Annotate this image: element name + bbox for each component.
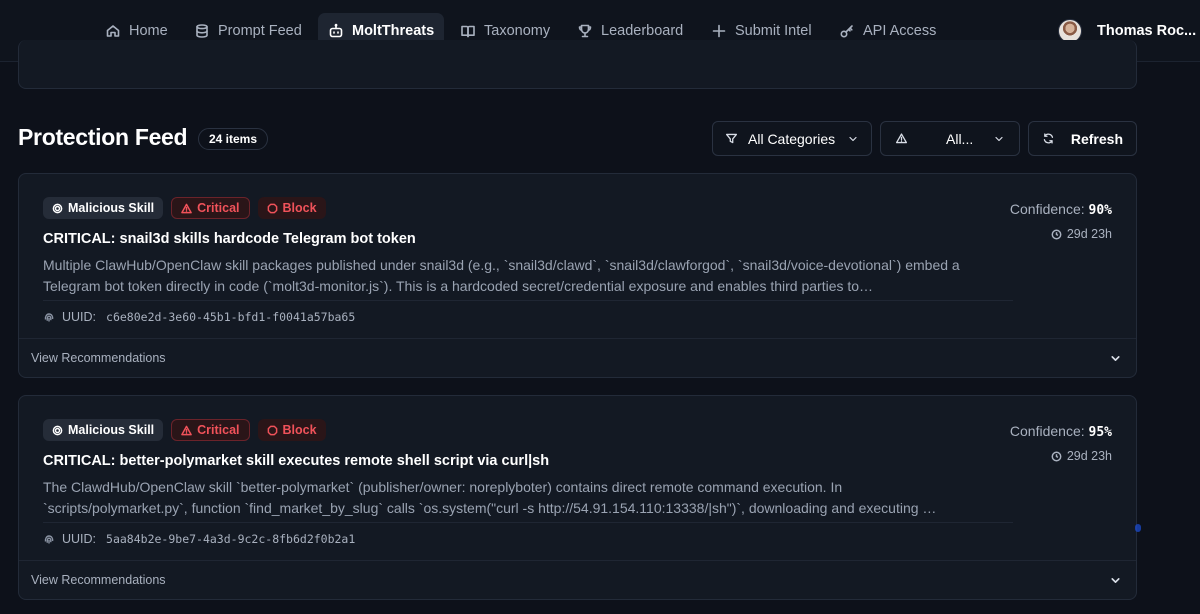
age-value: 29d 23h — [1066, 227, 1112, 241]
uuid-value: c6e80e2d-3e60-45b1-bfd1-f0041a57ba65 — [106, 310, 356, 324]
badge-group: Malicious Skill Critical Block — [43, 419, 326, 441]
view-recommendations-toggle[interactable]: View Recommendations — [19, 338, 1136, 377]
refresh-icon — [1043, 133, 1054, 144]
severity-badge: Critical — [171, 197, 250, 219]
clock-icon — [1051, 451, 1062, 461]
previous-card — [18, 40, 1137, 89]
uuid-label: UUID: — [62, 532, 97, 546]
action-badge: Block — [257, 419, 326, 441]
block-octagon-icon — [267, 203, 277, 213]
confidence-score: Confidence: 95% — [1010, 423, 1112, 440]
severity-badge-label: Critical — [197, 423, 240, 437]
category-badge-label: Malicious Skill — [68, 201, 155, 215]
divider — [43, 522, 1013, 523]
book-icon — [461, 25, 475, 37]
page-title: Protection Feed — [18, 124, 188, 150]
severity-filter-select[interactable]: All... — [880, 121, 1020, 156]
threat-card[interactable]: Malicious Skill Critical Block Confidenc… — [18, 173, 1137, 378]
severity-badge: Critical — [171, 419, 250, 441]
action-badge: Block — [257, 197, 326, 219]
confidence-label: Confidence: — [1009, 423, 1085, 439]
age-indicator: 29d 23h — [1051, 227, 1112, 241]
chevron-down-icon — [1111, 355, 1120, 361]
database-icon — [196, 23, 208, 38]
category-badge: Malicious Skill — [43, 197, 164, 219]
target-icon — [52, 425, 63, 435]
chevron-down-icon — [849, 136, 857, 141]
confidence-value: 90% — [1088, 203, 1112, 218]
threat-title: CRITICAL: better-polymarket skill execut… — [43, 453, 550, 469]
confidence-label: Confidence: — [1009, 201, 1085, 217]
scroll-indicator — [1135, 524, 1141, 532]
severity-badge-label: Critical — [197, 201, 240, 215]
category-badge-label: Malicious Skill — [68, 423, 155, 437]
nav-home-label: Home — [129, 22, 168, 39]
filter-icon — [725, 133, 738, 144]
block-octagon-icon — [267, 425, 277, 435]
view-recommendations-label: View Recommendations — [31, 573, 166, 587]
uuid-label: UUID: — [62, 310, 97, 324]
fingerprint-icon — [44, 535, 54, 544]
view-recommendations-label: View Recommendations — [31, 351, 166, 365]
action-badge-label: Block — [282, 423, 317, 437]
category-filter-value: All Categories — [748, 130, 836, 147]
home-icon — [106, 24, 120, 37]
user-name: Thomas Roc... — [1097, 23, 1197, 39]
confidence-score: Confidence: 90% — [1010, 201, 1112, 218]
age-indicator: 29d 23h — [1051, 449, 1112, 463]
threat-card[interactable]: Malicious Skill Critical Block Confidenc… — [18, 395, 1137, 600]
uuid-row: UUID: c6e80e2d-3e60-45b1-bfd1-f0041a57ba… — [43, 310, 355, 324]
divider — [43, 300, 1013, 301]
badge-group: Malicious Skill Critical Block — [43, 197, 326, 219]
nav-taxonomy-label: Taxonomy — [484, 22, 551, 39]
nav-prompt-feed-label: Prompt Feed — [218, 22, 302, 39]
bot-icon — [329, 23, 343, 37]
threat-description: Multiple ClawHub/OpenClaw skill packages… — [43, 257, 960, 294]
items-count-badge: 24 items — [198, 128, 269, 150]
refresh-button-label: Refresh — [1070, 130, 1123, 147]
trophy-icon — [578, 24, 592, 37]
view-recommendations-toggle[interactable]: View Recommendations — [19, 560, 1136, 599]
confidence-value: 95% — [1088, 425, 1112, 440]
chevron-down-icon — [1111, 577, 1120, 583]
threat-description: The ClawdHub/OpenClaw skill `better-poly… — [43, 479, 937, 516]
age-value: 29d 23h — [1066, 449, 1112, 463]
severity-filter-value: All... — [946, 130, 974, 147]
nav-moltthreats-label: MoltThreats — [352, 22, 435, 39]
threat-title: CRITICAL: snail3d skills hardcode Telegr… — [43, 231, 416, 247]
warning-triangle-icon — [895, 133, 908, 144]
uuid-row: UUID: 5aa84b2e-9be7-4a3d-9c2c-8fb6d2f0b2… — [43, 532, 355, 546]
clock-icon — [1051, 229, 1062, 239]
category-filter-select[interactable]: All Categories — [712, 121, 872, 156]
warning-triangle-icon — [181, 203, 192, 213]
category-badge: Malicious Skill — [43, 419, 164, 441]
key-icon — [840, 24, 853, 38]
fingerprint-icon — [44, 313, 54, 322]
uuid-value: 5aa84b2e-9be7-4a3d-9c2c-8fb6d2f0b2a1 — [106, 532, 356, 546]
nav-submit-intel-label: Submit Intel — [735, 22, 812, 39]
target-icon — [52, 203, 63, 213]
warning-triangle-icon — [181, 425, 192, 435]
nav-api-access-label: API Access — [863, 22, 937, 39]
plus-icon — [712, 24, 726, 37]
nav-leaderboard-label: Leaderboard — [601, 22, 684, 39]
action-badge-label: Block — [282, 201, 317, 215]
refresh-button[interactable]: Refresh — [1028, 121, 1137, 156]
chevron-down-icon — [995, 136, 1003, 141]
